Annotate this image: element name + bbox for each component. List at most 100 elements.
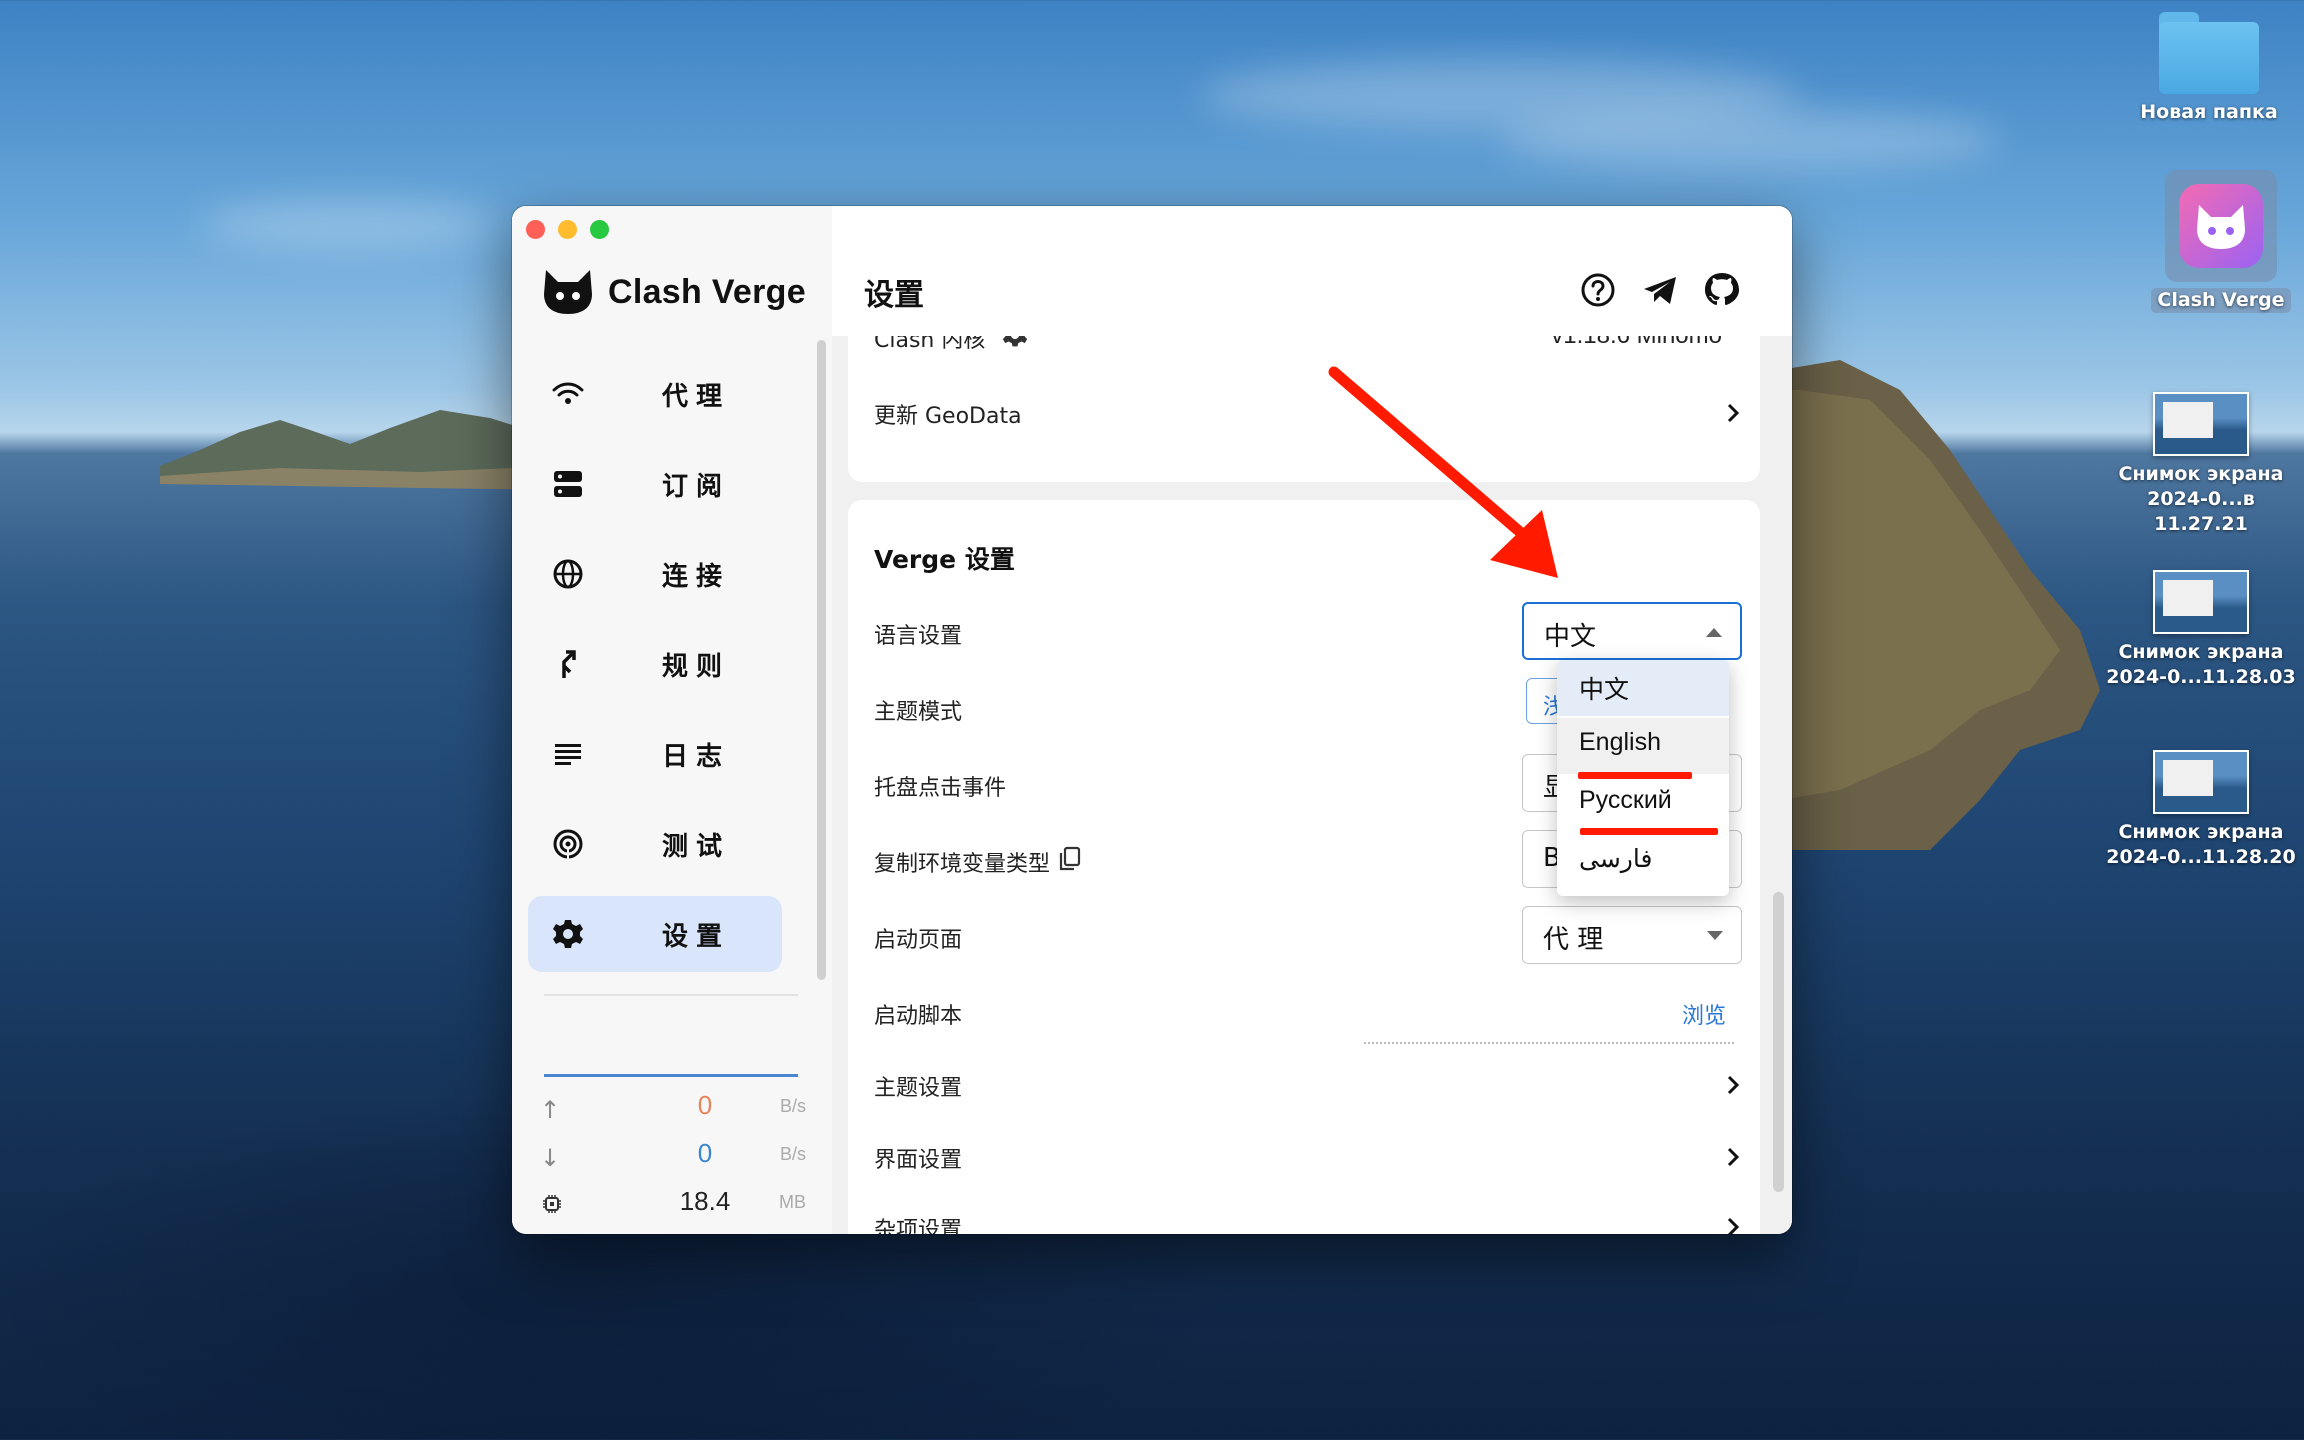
- startup-script-label: 启动脚本: [874, 1004, 963, 1029]
- sidebar-item-settings[interactable]: 设置: [528, 896, 782, 972]
- close-window-button[interactable]: [526, 220, 545, 239]
- desktop-app-label: Clash Verge: [2151, 288, 2291, 313]
- clash-core-version: v1.18.6 Mihomo: [1551, 336, 1722, 350]
- radar-icon: [553, 829, 583, 859]
- sidebar-item-label: 测试: [661, 831, 730, 862]
- desktop-folder-label: Новая папка: [2140, 101, 2278, 123]
- desktop-folder[interactable]: Новая папка: [2114, 12, 2304, 125]
- sidebar-item-label: 订阅: [661, 471, 730, 502]
- sidebar-item-logs[interactable]: 日志: [528, 716, 782, 792]
- sidebar-item-proxy[interactable]: 代理: [528, 356, 782, 432]
- screenshot-thumbnail-icon: [2153, 750, 2249, 814]
- upload-unit: B/s: [779, 1096, 806, 1116]
- arrow-down-icon: ↓: [540, 1144, 561, 1172]
- desktop-screenshot-1[interactable]: Снимок экрана 2024-0...в 11.27.21: [2106, 392, 2296, 537]
- desktop-screenshot-3[interactable]: Снимок экрана 2024-0...11.28.20: [2106, 750, 2296, 870]
- theme-settings-label[interactable]: 主题设置: [874, 1070, 962, 1102]
- language-label: 语言设置: [874, 624, 963, 649]
- sidebar-item-label: 连接: [661, 561, 730, 592]
- language-option-persian[interactable]: فارسی: [1557, 834, 1729, 890]
- folder-icon: [2159, 12, 2259, 94]
- startup-script-input-underline[interactable]: [1364, 1042, 1734, 1044]
- language-option-russian[interactable]: Русский: [1557, 776, 1729, 832]
- option-label: 中文: [1579, 676, 1630, 704]
- option-label: English: [1579, 728, 1661, 756]
- annotation-underline-english: [1578, 772, 1692, 779]
- download-unit: B/s: [779, 1144, 806, 1164]
- traffic-graph-line: [544, 1074, 798, 1077]
- chip-icon: [543, 1195, 561, 1213]
- sidebar-item-rules[interactable]: 规则: [528, 626, 782, 702]
- chevron-right-icon[interactable]: [1722, 402, 1744, 424]
- zoom-window-button[interactable]: [590, 220, 609, 239]
- language-option-english[interactable]: English: [1557, 718, 1729, 774]
- minimize-window-button[interactable]: [558, 220, 577, 239]
- screenshot-thumbnail-icon: [2153, 392, 2249, 456]
- main-scrollbar[interactable]: [1773, 892, 1784, 1192]
- desktop-clash-verge-app[interactable]: Clash Verge: [2126, 170, 2304, 313]
- sidebar-item-label: 代理: [661, 381, 730, 412]
- chevron-right-icon[interactable]: [1722, 1216, 1744, 1234]
- lines-icon: [555, 744, 581, 765]
- memory-unit: MB: [779, 1192, 806, 1212]
- cat-logo-icon: [544, 270, 592, 314]
- page-title: 设置: [864, 278, 924, 313]
- download-value: 0: [697, 1138, 713, 1168]
- memory-value: 18.4: [679, 1186, 731, 1216]
- download-speed: ↓ 0 B/s: [540, 1138, 806, 1178]
- caret-up-icon: [1706, 628, 1722, 637]
- update-geodata-label[interactable]: 更新 GeoData: [874, 398, 1022, 430]
- app-name: Clash Verge: [608, 272, 806, 311]
- option-label: فارسی: [1579, 845, 1653, 873]
- start-page-select[interactable]: 代 理: [1522, 906, 1742, 964]
- desktop-screenshot-2-label: Снимок экрана 2024-0...11.28.03: [2106, 641, 2296, 688]
- sidebar-scrollbar[interactable]: [817, 340, 826, 980]
- gear-icon[interactable]: [1002, 336, 1028, 348]
- language-select-value: 中文: [1544, 622, 1597, 652]
- caret-down-icon: [1707, 931, 1723, 940]
- desktop-screenshot-3-label: Снимок экрана 2024-0...11.28.20: [2106, 821, 2296, 868]
- telegram-icon[interactable]: [1640, 270, 1680, 310]
- misc-settings-label[interactable]: 杂项设置: [874, 1212, 962, 1234]
- layout-settings-label[interactable]: 界面设置: [874, 1142, 962, 1174]
- memory-usage: 18.4 MB: [540, 1186, 806, 1226]
- browse-button[interactable]: 浏览: [1682, 998, 1726, 1030]
- annotation-arrow: [1328, 366, 1558, 578]
- copy-env-label: 复制环境变量类型: [874, 852, 1051, 877]
- header: 设置: [832, 206, 1792, 336]
- sidebar-item-label: 设置: [661, 921, 730, 952]
- screenshot-thumbnail-icon: [2153, 570, 2249, 634]
- desktop-screenshot-1-label: Снимок экрана 2024-0...в 11.27.21: [2118, 463, 2284, 535]
- language-option-chinese[interactable]: 中文: [1557, 660, 1729, 716]
- upload-value: 0: [697, 1090, 713, 1120]
- dns-icon: [554, 471, 582, 497]
- sidebar-item-test[interactable]: 测试: [528, 806, 782, 882]
- help-icon[interactable]: [1578, 270, 1618, 310]
- desktop-screenshot-2[interactable]: Снимок экрана 2024-0...11.28.03: [2106, 570, 2296, 690]
- chevron-right-icon[interactable]: [1722, 1146, 1744, 1168]
- option-label: Русский: [1579, 786, 1672, 814]
- gear-icon: [553, 920, 583, 948]
- island-left: [160, 410, 560, 490]
- island-right: [1780, 360, 2100, 850]
- app-logo: Clash Verge: [542, 268, 806, 316]
- upload-speed: ↑ 0 B/s: [540, 1090, 806, 1130]
- arrow-up-icon: ↑: [540, 1096, 561, 1124]
- copy-icon[interactable]: [1058, 846, 1082, 872]
- wifi-icon: [552, 382, 584, 404]
- fork-icon: [562, 650, 576, 678]
- clash-verge-app-icon: [2179, 184, 2263, 268]
- start-page-value: 代 理: [1543, 925, 1604, 955]
- annotation-underline-russian: [1580, 828, 1718, 835]
- sidebar-nav: 代理 订阅 连接 规则 日志 测试 设置: [528, 356, 782, 986]
- start-page-label: 启动页面: [874, 928, 963, 953]
- sidebar-item-connections[interactable]: 连接: [528, 536, 782, 612]
- language-select[interactable]: 中文: [1522, 602, 1742, 660]
- verge-settings-title: Verge 设置: [874, 545, 1015, 574]
- sidebar-item-label: 日志: [661, 741, 730, 772]
- sidebar-divider: [544, 994, 798, 996]
- github-icon[interactable]: [1702, 270, 1742, 310]
- sidebar-item-subscriptions[interactable]: 订阅: [528, 446, 782, 522]
- chevron-right-icon[interactable]: [1722, 1074, 1744, 1096]
- tray-click-label: 托盘点击事件: [874, 776, 1007, 801]
